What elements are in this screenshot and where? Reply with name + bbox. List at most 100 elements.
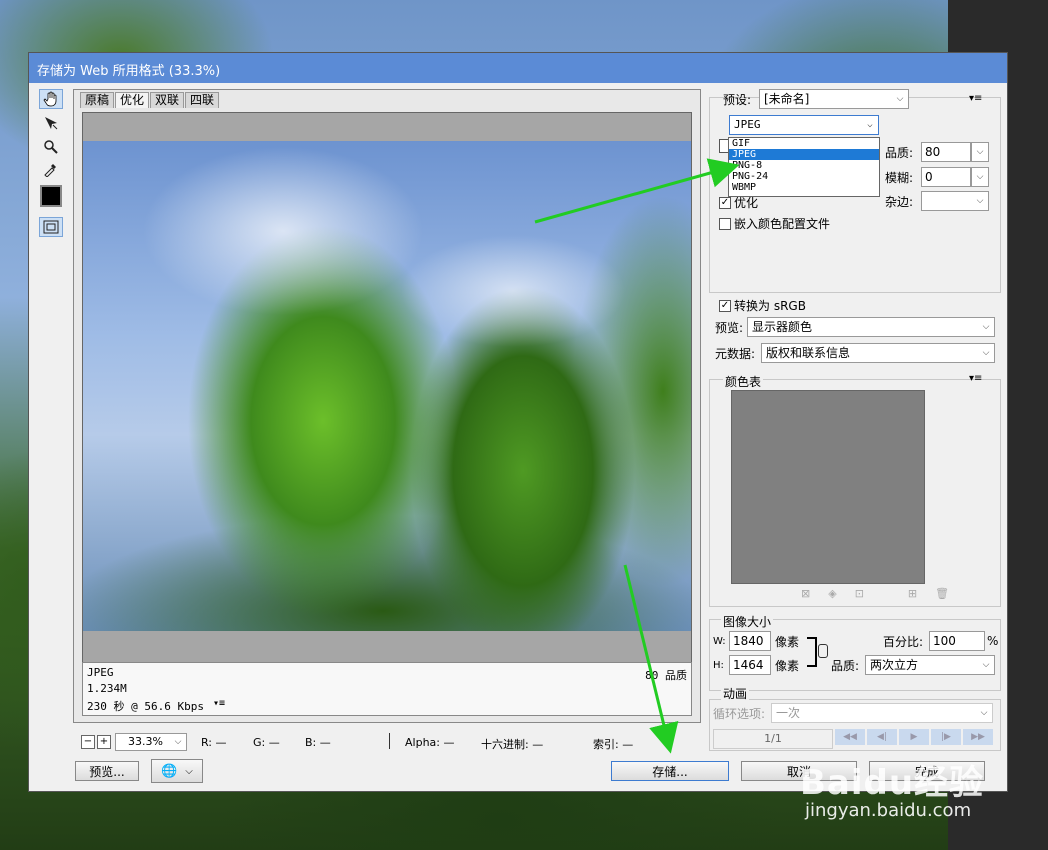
chevron-down-icon: ⌵	[982, 322, 990, 332]
loop-value: 一次	[776, 706, 801, 720]
metadata-label: 元数据:	[715, 346, 756, 361]
readout-index: 索引: —	[593, 738, 634, 751]
chevron-down-icon: ⌵	[980, 708, 988, 718]
tab-optimized[interactable]: 优化	[115, 92, 150, 108]
color-table-actions: ⊠ ◈ ⊡ ⊞ 🗑	[801, 587, 949, 600]
quality-label: 品质:	[885, 145, 914, 160]
blur-input[interactable]: 0	[921, 167, 971, 187]
info-size: 1.234M	[87, 682, 127, 695]
eyedropper-tool-icon[interactable]	[39, 159, 63, 179]
color-table-menu-icon[interactable]: ▾≡	[969, 373, 982, 384]
preset-select[interactable]: [未命名] ⌵	[759, 89, 909, 109]
quality-input[interactable]: 80	[921, 142, 971, 162]
constrain-bracket	[807, 637, 817, 667]
save-button[interactable]: 存储...	[611, 761, 729, 781]
format-option-png24[interactable]: PNG-24	[729, 171, 879, 182]
width-label: W:	[713, 635, 726, 647]
convert-srgb-checkbox[interactable]: ✓	[719, 299, 731, 312]
loop-select[interactable]: 一次 ⌵	[771, 703, 993, 723]
separator	[389, 733, 390, 749]
format-option-gif[interactable]: GIF	[729, 138, 879, 149]
info-download-time: 230 秒 @ 56.6 Kbps	[87, 700, 204, 713]
color-table-grid	[731, 390, 925, 584]
zoom-value: 33.3%	[128, 735, 163, 748]
width-input[interactable]: 1840	[729, 631, 771, 651]
metadata-row: 元数据: 版权和联系信息 ⌵	[715, 343, 995, 363]
optimize-checkbox[interactable]: ✓	[719, 196, 731, 209]
chevron-down-icon: ⌵	[976, 147, 984, 157]
link-icon[interactable]	[818, 644, 828, 658]
height-input[interactable]: 1464	[729, 655, 771, 675]
optimize-menu-icon[interactable]: ▾≡	[969, 93, 982, 104]
percent-input[interactable]: 100	[929, 631, 985, 651]
matte-select[interactable]: ⌵	[921, 191, 989, 211]
animation-title: 动画	[721, 685, 750, 702]
tab-original[interactable]: 原稿	[80, 92, 115, 108]
preview-button[interactable]: 预览...	[75, 761, 139, 781]
image-preview[interactable]	[82, 112, 692, 682]
preview-mode-label: 预览:	[715, 320, 744, 335]
status-bar: − + 33.3% ⌵ R: — G: — B: — Alpha: — 十六进制…	[73, 733, 703, 753]
zoom-out-button[interactable]: −	[81, 735, 95, 749]
zoom-in-button[interactable]: +	[97, 735, 111, 749]
height-label: H:	[713, 659, 724, 671]
chevron-down-icon: ⌵	[982, 660, 990, 670]
matte-label: 杂边:	[885, 194, 914, 209]
metadata-value: 版权和联系信息	[766, 346, 851, 360]
format-dropdown-list: GIF JPEG PNG-8 PNG-24 WBMP	[728, 137, 880, 197]
loop-label: 循环选项:	[713, 706, 766, 721]
resample-select[interactable]: 两次立方 ⌵	[865, 655, 995, 675]
metadata-select[interactable]: 版权和联系信息 ⌵	[761, 343, 995, 363]
readout-g: G: —	[253, 736, 280, 749]
readout-alpha: Alpha: —	[405, 736, 455, 749]
readout-r: R: —	[201, 736, 227, 749]
optimization-info: JPEG 1.234M 230 秒 @ 56.6 Kbps ▾≡ 80 品质	[82, 662, 692, 716]
prev-frame-icon[interactable]: ◀|	[867, 729, 897, 745]
format-option-wbmp[interactable]: WBMP	[729, 182, 879, 193]
preview-mode-value: 显示器颜色	[752, 320, 813, 334]
lock-color-icon[interactable]: ⊡	[855, 587, 864, 600]
new-color-icon[interactable]: ⊞	[908, 587, 917, 600]
play-icon[interactable]: ▶	[899, 729, 929, 745]
convert-srgb-label: 转换为 sRGB	[734, 299, 806, 313]
first-frame-icon[interactable]: ◀◀	[835, 729, 865, 745]
chevron-down-icon: ⌵	[174, 737, 182, 747]
width-row: W: 1840 像素	[713, 631, 799, 651]
tree-photo	[83, 141, 691, 631]
readout-b: B: —	[305, 736, 331, 749]
format-option-png8[interactable]: PNG-8	[729, 160, 879, 171]
preset-row: 预设: [未命名] ⌵	[723, 89, 909, 109]
frame-counter: 1/1	[713, 729, 833, 749]
embed-profile-checkbox[interactable]	[719, 217, 731, 230]
format-option-jpeg[interactable]: JPEG	[729, 149, 879, 160]
toggle-slices-icon[interactable]	[39, 217, 63, 237]
chevron-down-icon: ⌵	[976, 196, 984, 206]
eyedropper-color-swatch[interactable]	[40, 185, 62, 207]
preview-mode-select[interactable]: 显示器颜色 ⌵	[747, 317, 995, 337]
quality-slider-button[interactable]: ⌵	[971, 142, 989, 162]
slice-select-tool-icon[interactable]	[39, 113, 63, 133]
next-frame-icon[interactable]: |▶	[931, 729, 961, 745]
map-transparent-icon[interactable]: ⊠	[801, 587, 810, 600]
zoom-tool-icon[interactable]	[39, 137, 63, 157]
blur-slider-button[interactable]: ⌵	[971, 167, 989, 187]
chevron-down-icon: ⌵	[982, 348, 990, 358]
browser-preview-button[interactable]: 🌐 ⌵	[151, 759, 203, 783]
chevron-down-icon: ⌵	[896, 94, 904, 104]
download-menu-icon[interactable]: ▾≡	[213, 698, 225, 709]
delete-color-icon[interactable]: 🗑	[935, 587, 949, 600]
hand-tool-icon[interactable]	[39, 89, 63, 109]
last-frame-icon[interactable]: ▶▶	[963, 729, 993, 745]
resample-label: 品质:	[831, 658, 860, 673]
web-snap-icon[interactable]: ◈	[828, 587, 836, 600]
tab-2-up[interactable]: 双联	[150, 92, 185, 108]
info-format: JPEG	[87, 666, 114, 679]
zoom-select[interactable]: 33.3% ⌵	[115, 733, 187, 751]
tab-4-up[interactable]: 四联	[185, 92, 220, 108]
view-tabs: 原稿 优化 双联 四联	[80, 92, 220, 108]
blur-row: 模糊: 0 ⌵	[885, 167, 989, 187]
preview-area: 原稿 优化 双联 四联 JPEG 1.234M 230 秒 @ 56.6 Kbp…	[73, 89, 701, 723]
convert-srgb-row: ✓ 转换为 sRGB	[719, 297, 806, 314]
browser-icon: 🌐	[161, 763, 178, 779]
format-select[interactable]: JPEG ⌵	[729, 115, 879, 135]
